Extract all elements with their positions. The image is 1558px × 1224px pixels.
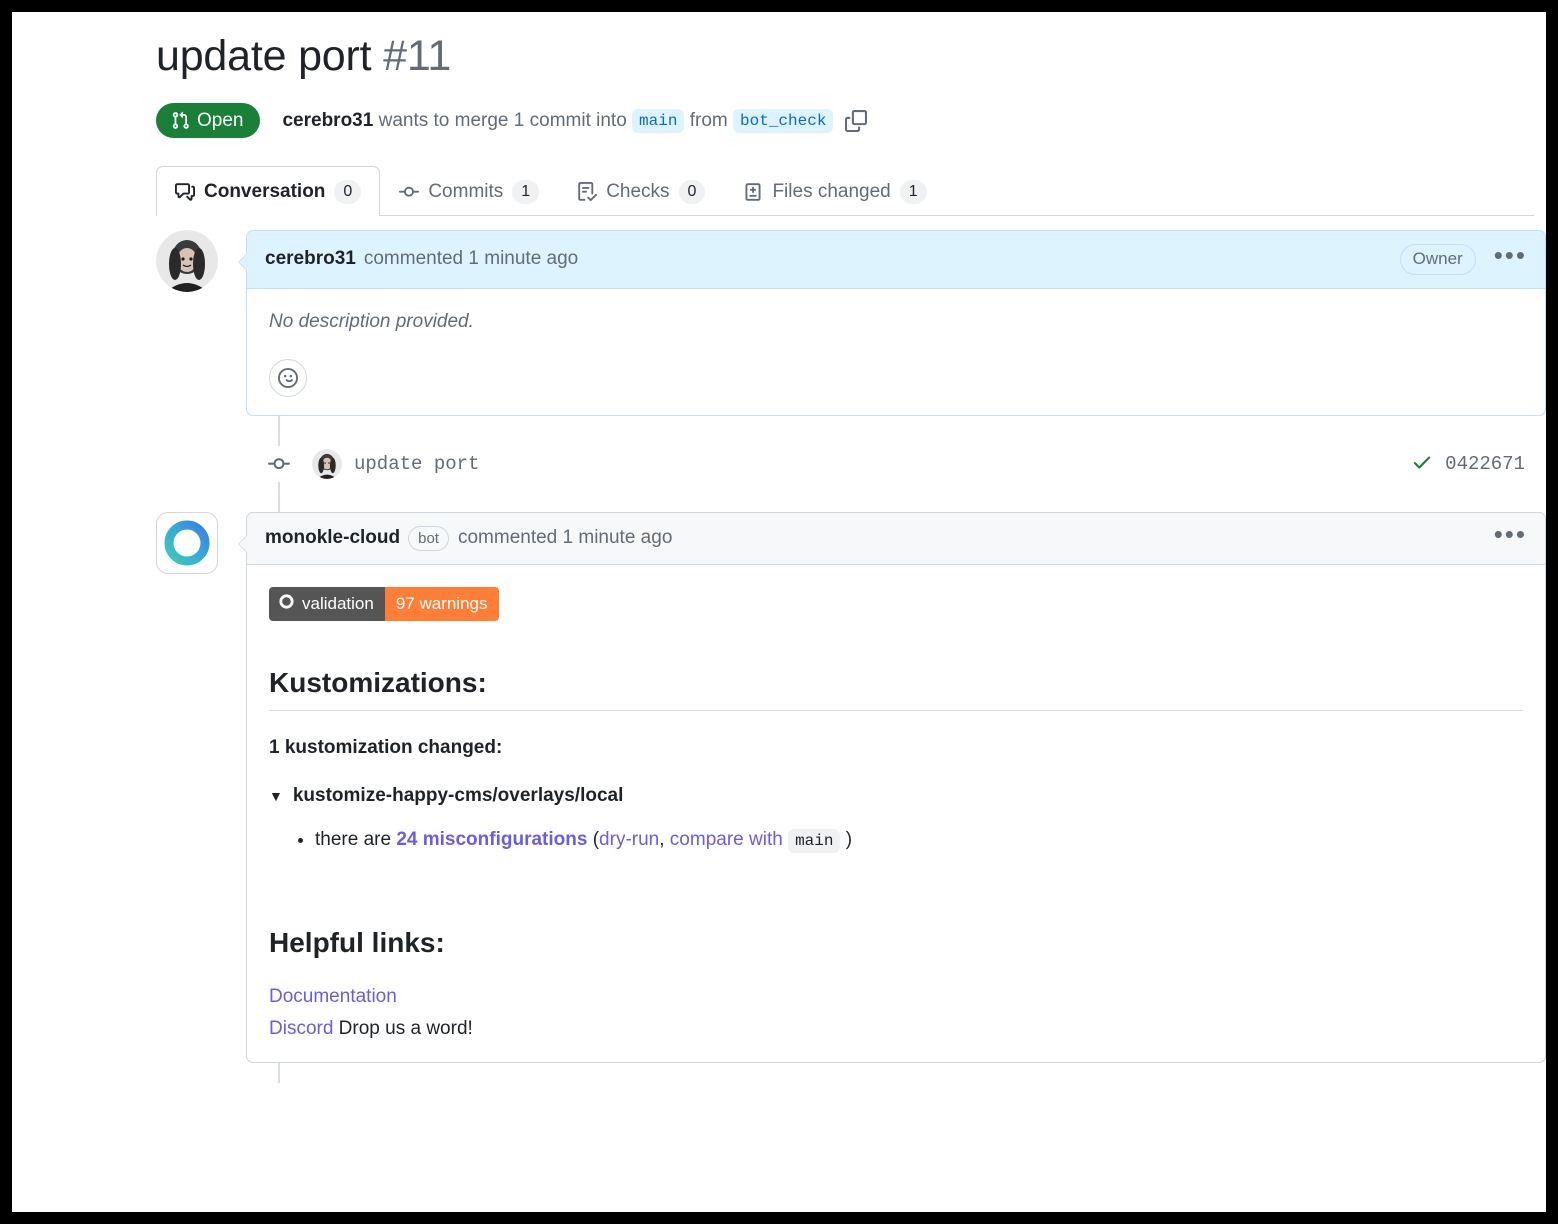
copy-icon[interactable] bbox=[845, 109, 868, 132]
timeline-comment-monokle-cloud: monokle-cloud bot commented 1 minute ago… bbox=[156, 511, 1546, 1064]
tab-checks-count: 0 bbox=[678, 179, 706, 205]
kustomization-name: kustomize-happy-cms/overlays/local bbox=[292, 785, 624, 807]
status-badge: Open bbox=[156, 103, 261, 139]
documentation-link[interactable]: Documentation bbox=[269, 986, 397, 1007]
comment-meta: commented 1 minute ago bbox=[363, 248, 579, 270]
dry-run-link[interactable]: dry-run bbox=[599, 829, 659, 850]
bullet-prefix: there are bbox=[315, 829, 397, 851]
commit-sha[interactable]: 0422671 bbox=[1445, 453, 1525, 475]
avatar[interactable] bbox=[312, 448, 342, 479]
head-branch-chip[interactable]: bot_check bbox=[733, 108, 834, 133]
tab-checks-label: Checks bbox=[606, 180, 670, 202]
comment-author[interactable]: monokle-cloud bbox=[265, 527, 400, 549]
tab-conversation[interactable]: Conversation 0 bbox=[156, 166, 381, 217]
pr-subheader: Open cerebro31 wants to merge 1 commit i… bbox=[156, 103, 1546, 139]
tab-checks[interactable]: Checks 0 bbox=[558, 166, 724, 216]
checklist-icon bbox=[577, 181, 598, 202]
pr-tab-navigation: Conversation 0 Commits 1 Checks 0 Files … bbox=[156, 166, 1534, 217]
comment-header-actions: Owner ••• bbox=[1399, 242, 1527, 275]
list-item: there are 24 misconfigurations (dry-run,… bbox=[315, 825, 1523, 855]
kebab-horizontal-icon[interactable]: ••• bbox=[1494, 521, 1527, 548]
comment-author[interactable]: cerebro31 bbox=[265, 248, 356, 270]
comment-body: No description provided. bbox=[247, 289, 1545, 415]
compare-with-link[interactable]: compare with bbox=[670, 829, 783, 850]
discord-row: Discord Drop us a word! bbox=[269, 1013, 1523, 1044]
tab-files-changed-label: Files changed bbox=[772, 180, 891, 202]
comment-container: cerebro31 commented 1 minute ago Owner •… bbox=[238, 230, 1546, 416]
kustomization-disclosure[interactable]: ▼ kustomize-happy-cms/overlays/local bbox=[269, 785, 1523, 807]
pr-header: update port #11 Open cerebro31 wants to … bbox=[12, 12, 1546, 139]
commit-message[interactable]: update port bbox=[354, 453, 479, 475]
pr-number: #11 bbox=[383, 32, 452, 80]
tab-conversation-label: Conversation bbox=[204, 180, 326, 202]
git-commit-icon bbox=[399, 182, 420, 202]
smiley-icon[interactable] bbox=[269, 358, 307, 397]
monokle-ring-icon bbox=[278, 593, 295, 615]
validation-status-badge[interactable]: validation 97 warnings bbox=[269, 587, 499, 622]
pull-request-page: update port #11 Open cerebro31 wants to … bbox=[12, 12, 1546, 1212]
paren-close: ) bbox=[845, 829, 853, 851]
check-icon bbox=[1411, 451, 1433, 477]
comment-arrow-fill bbox=[239, 534, 248, 553]
helpful-links-block: Documentation Discord Drop us a word! bbox=[269, 981, 1523, 1044]
commit-status-area: 0422671 bbox=[1411, 451, 1546, 477]
discord-suffix: Drop us a word! bbox=[333, 1017, 473, 1039]
comment-box: monokle-cloud bot commented 1 minute ago… bbox=[238, 511, 1546, 1064]
branch-code: main bbox=[788, 829, 841, 854]
kustomizations-heading: Kustomizations: bbox=[269, 667, 1523, 712]
status-badge-owner: Owner bbox=[1399, 244, 1476, 275]
kustomizations-summary: 1 kustomization changed: bbox=[269, 737, 503, 759]
timeline-comment-cerebro31: cerebro31 commented 1 minute ago Owner •… bbox=[156, 230, 1546, 416]
kebab-horizontal-icon[interactable]: ••• bbox=[1494, 242, 1527, 269]
merge-text-2: from bbox=[684, 109, 734, 131]
tab-files-changed-count: 1 bbox=[899, 179, 927, 205]
base-branch-chip[interactable]: main bbox=[632, 108, 685, 133]
validation-badge-left: validation bbox=[269, 587, 385, 622]
comment-meta: commented 1 minute ago bbox=[457, 527, 673, 549]
pr-title-text: update port bbox=[156, 32, 372, 80]
tab-commits[interactable]: Commits 1 bbox=[380, 166, 558, 216]
git-commit-icon bbox=[261, 445, 297, 482]
pr-author[interactable]: cerebro31 bbox=[282, 110, 373, 132]
comment-text: No description provided. bbox=[269, 310, 474, 332]
comment-arrow-fill bbox=[239, 253, 248, 272]
file-diff-icon bbox=[743, 182, 763, 202]
tab-conversation-count: 0 bbox=[334, 179, 362, 205]
misconfiguration-list: there are 24 misconfigurations (dry-run,… bbox=[269, 825, 1523, 855]
comment-container: monokle-cloud bot commented 1 minute ago… bbox=[238, 511, 1546, 1064]
tab-commits-count: 1 bbox=[512, 179, 540, 205]
paren-open: ( bbox=[587, 829, 600, 851]
tab-files-changed[interactable]: Files changed 1 bbox=[724, 166, 945, 216]
page-title: update port #11 bbox=[156, 32, 1546, 81]
misconfigurations-link[interactable]: 24 misconfigurations bbox=[396, 829, 587, 850]
bullet-comma: , bbox=[659, 829, 670, 851]
git-pull-request-icon bbox=[171, 111, 190, 130]
comment-body: validation 97 warnings Kustomizations: 1… bbox=[247, 565, 1545, 1062]
comment-header: monokle-cloud bot commented 1 minute ago… bbox=[247, 512, 1545, 566]
avatar[interactable] bbox=[156, 511, 218, 574]
validation-badge-label: validation bbox=[302, 594, 374, 614]
status-badge-label: Open bbox=[197, 110, 244, 132]
merge-description: cerebro31 wants to merge 1 commit into m… bbox=[282, 108, 868, 133]
validation-badge-right: 97 warnings bbox=[384, 587, 499, 622]
pr-timeline: cerebro31 commented 1 minute ago Owner •… bbox=[156, 230, 1546, 1084]
comment-discussion-icon bbox=[175, 182, 195, 202]
documentation-row: Documentation bbox=[269, 981, 1523, 1012]
chevron-down-icon: ▼ bbox=[269, 788, 283, 805]
bot-badge: bot bbox=[408, 525, 449, 552]
timeline-commit-row: update port 0422671 bbox=[156, 444, 1546, 484]
avatar[interactable] bbox=[156, 230, 218, 293]
comment-box: cerebro31 commented 1 minute ago Owner •… bbox=[238, 230, 1546, 416]
merge-text-1: wants to merge 1 commit into bbox=[373, 109, 633, 131]
comment-header-actions: ••• bbox=[1494, 521, 1527, 548]
helpful-links-heading: Helpful links: bbox=[269, 927, 445, 959]
tab-commits-label: Commits bbox=[428, 180, 504, 202]
comment-header: cerebro31 commented 1 minute ago Owner •… bbox=[247, 231, 1545, 289]
discord-link[interactable]: Discord bbox=[269, 1018, 333, 1039]
